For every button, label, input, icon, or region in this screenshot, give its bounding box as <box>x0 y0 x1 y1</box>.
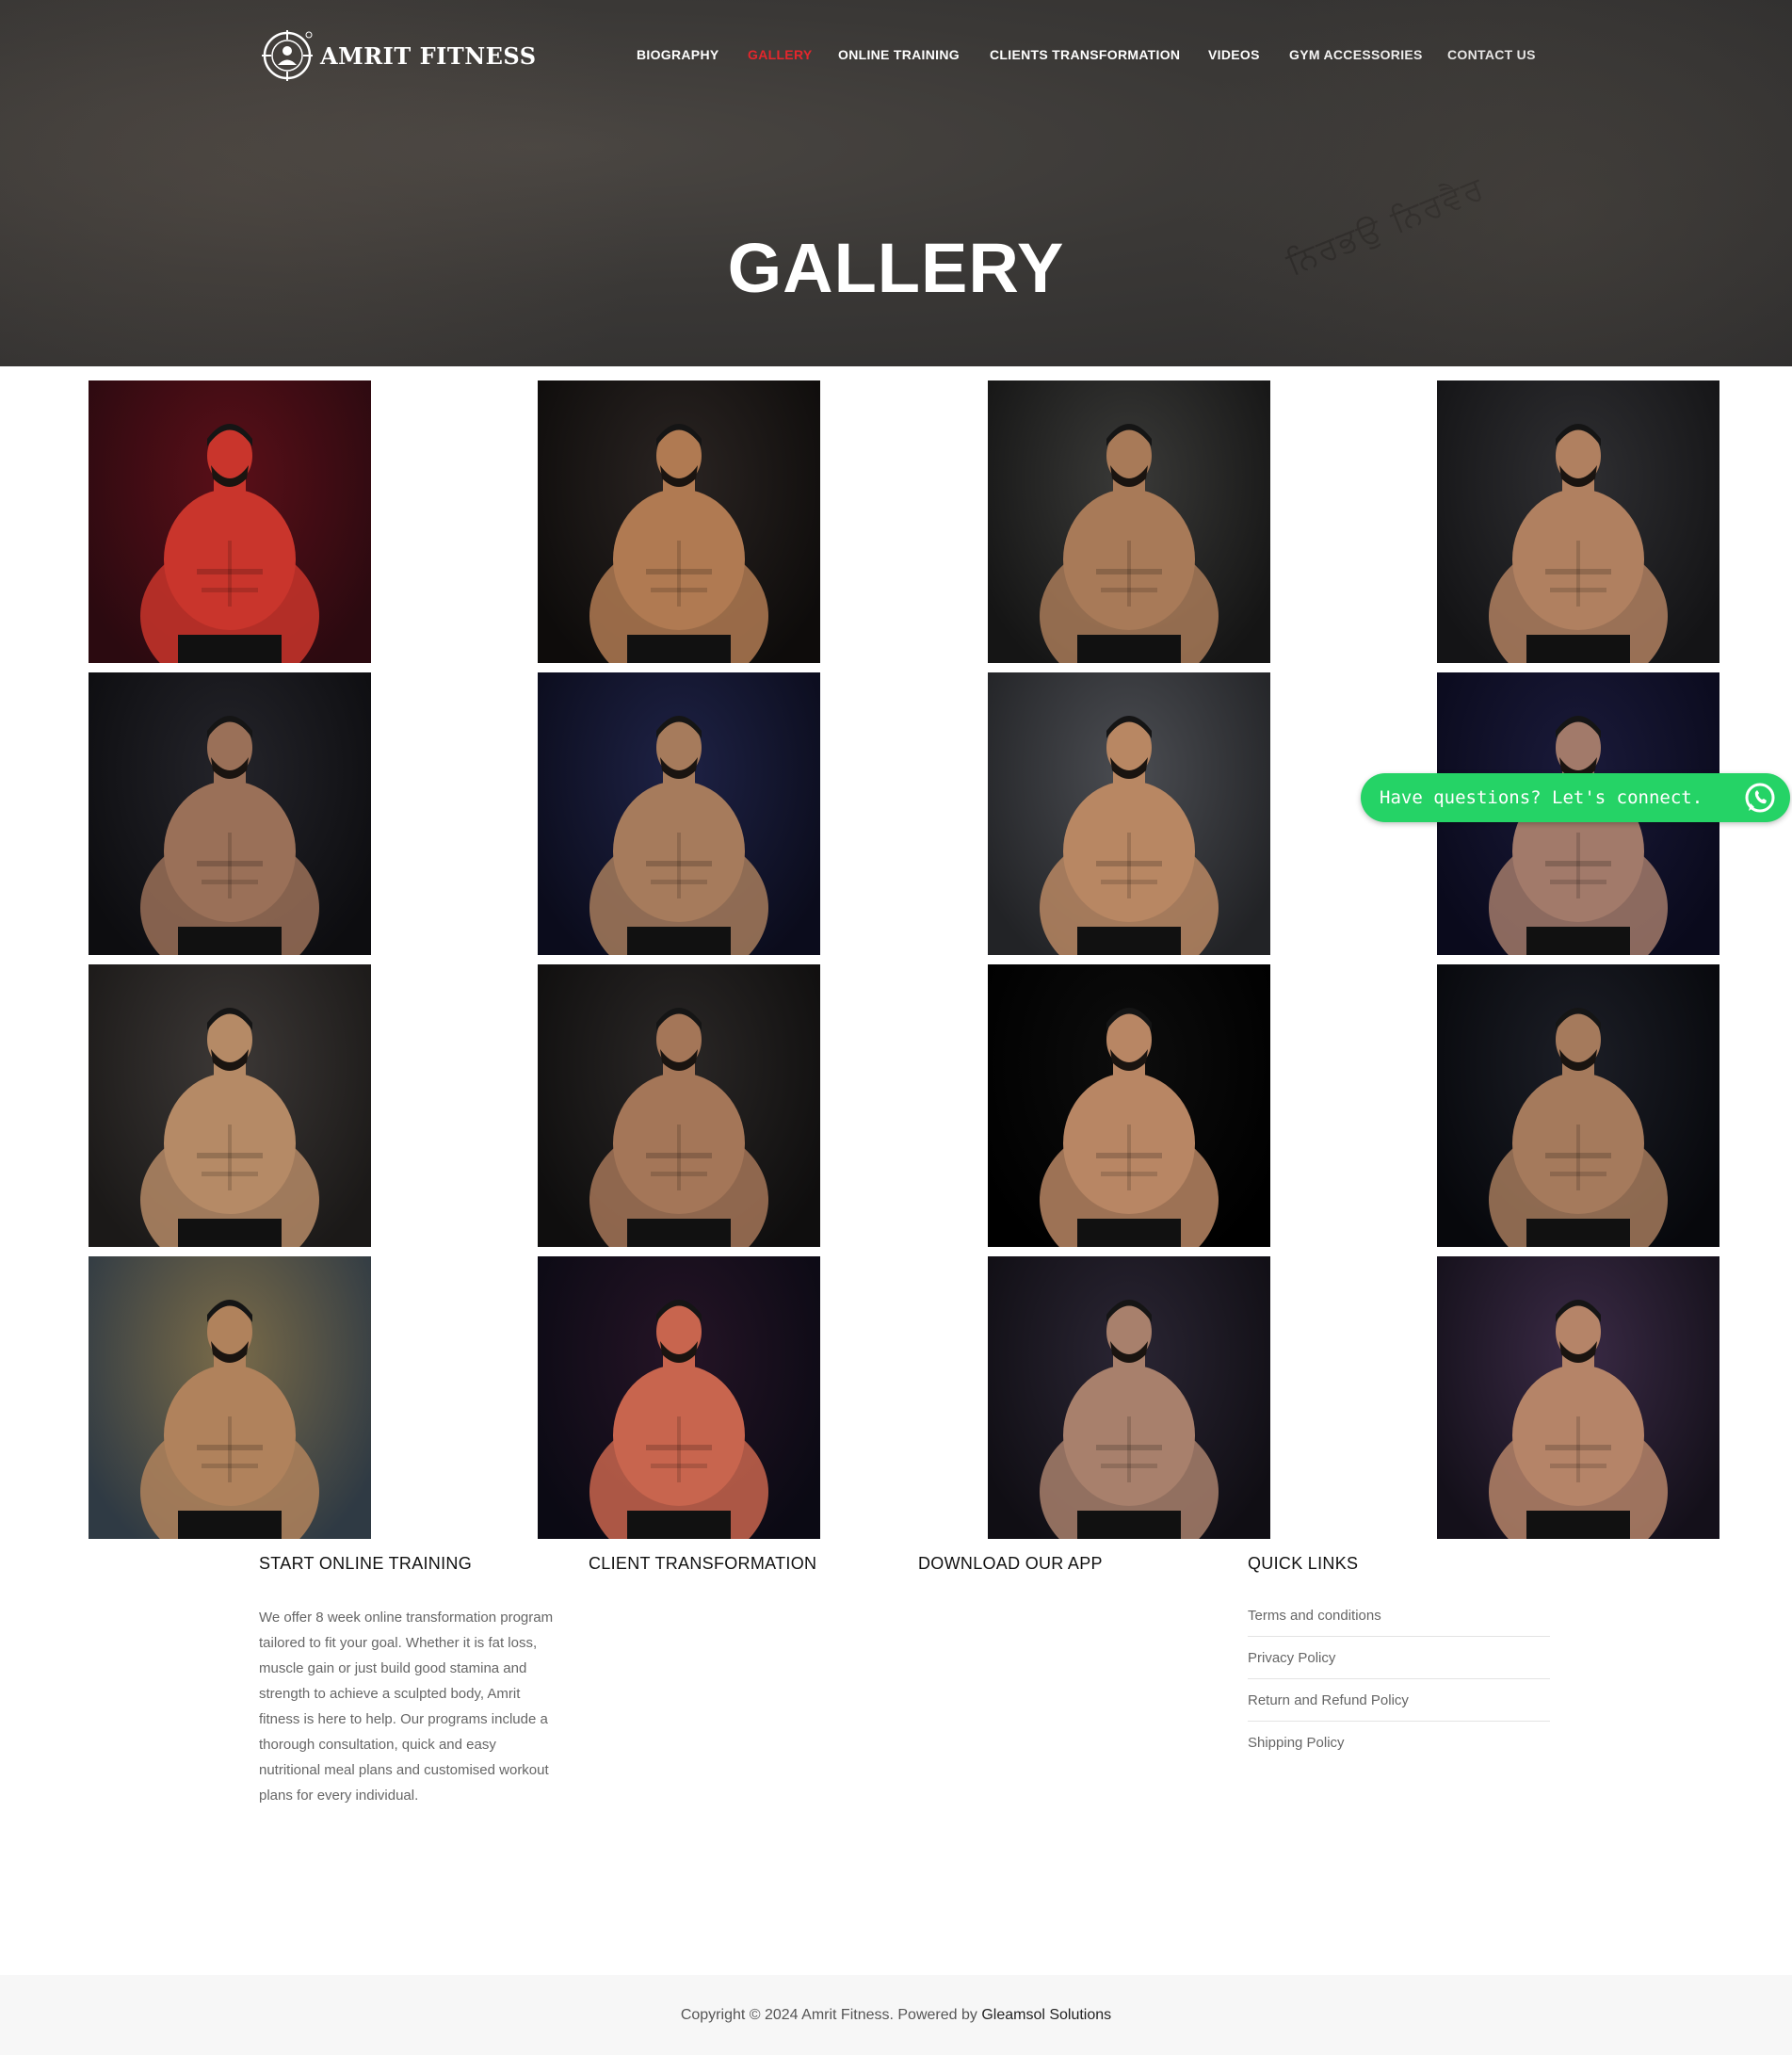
athlete-figure <box>589 1300 768 1539</box>
athlete-figure <box>140 716 319 955</box>
whatsapp-chat-label: Have questions? Let's connect. <box>1380 787 1703 808</box>
quick-link-shipping[interactable]: Shipping Policy <box>1248 1722 1550 1764</box>
athlete-figure <box>1489 424 1668 663</box>
gallery-image[interactable] <box>89 672 371 955</box>
athlete-figure <box>140 1008 319 1247</box>
gallery-image[interactable] <box>89 380 371 663</box>
gallery-image[interactable] <box>1437 380 1719 663</box>
copyright-text: Copyright © 2024 Amrit Fitness. Powered … <box>680 2007 982 2023</box>
athlete-figure <box>589 1008 768 1247</box>
gallery-image[interactable] <box>988 672 1270 955</box>
footer-heading-quick-links: QUICK LINKS <box>1248 1554 1359 1573</box>
whatsapp-icon <box>1745 783 1775 813</box>
athlete-figure <box>1040 716 1219 955</box>
athlete-figure <box>1040 1008 1219 1247</box>
quick-link-terms[interactable]: Terms and conditions <box>1248 1594 1550 1637</box>
athlete-figure <box>589 716 768 955</box>
quick-link-privacy[interactable]: Privacy Policy <box>1248 1637 1550 1679</box>
gallery-image[interactable] <box>1437 1256 1719 1539</box>
gallery-image[interactable] <box>988 1256 1270 1539</box>
athlete-figure <box>1489 1300 1668 1539</box>
athlete-figure <box>1040 424 1219 663</box>
footer-heading-transformation: CLIENT TRANSFORMATION <box>589 1554 817 1573</box>
gallery-image[interactable] <box>1437 964 1719 1247</box>
athlete-figure <box>140 424 319 663</box>
gallery-image[interactable] <box>538 1256 820 1539</box>
gallery-image[interactable] <box>538 964 820 1247</box>
quick-link-refund[interactable]: Return and Refund Policy <box>1248 1679 1550 1722</box>
athlete-figure <box>589 424 768 663</box>
footer-training-text: We offer 8 week online transformation pr… <box>259 1610 554 1804</box>
gallery-image[interactable] <box>89 1256 371 1539</box>
quick-links-list: Terms and conditions Privacy Policy Retu… <box>1248 1594 1550 1764</box>
powered-by-link[interactable]: Gleamsol Solutions <box>981 2007 1111 2023</box>
gallery-image[interactable] <box>538 672 820 955</box>
athlete-figure <box>1489 1008 1668 1247</box>
whatsapp-chat-button[interactable]: Have questions? Let's connect. <box>1361 773 1790 822</box>
athlete-figure <box>140 1300 319 1539</box>
gallery-image[interactable] <box>988 380 1270 663</box>
footer-heading-app: DOWNLOAD OUR APP <box>918 1554 1103 1573</box>
footer-heading-training: START ONLINE TRAINING <box>259 1554 473 1573</box>
gallery-image[interactable] <box>89 964 371 1247</box>
gallery-image[interactable] <box>538 380 820 663</box>
gallery-image[interactable] <box>988 964 1270 1247</box>
athlete-figure <box>1040 1300 1219 1539</box>
copyright-bar: Copyright © 2024 Amrit Fitness. Powered … <box>0 1975 1792 2055</box>
